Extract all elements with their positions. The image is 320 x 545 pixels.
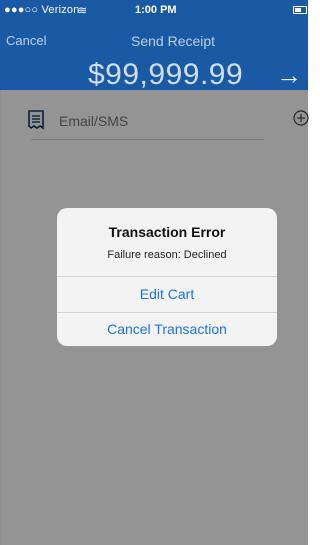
alert-title: Transaction Error bbox=[108, 224, 226, 240]
cancel-button[interactable]: Cancel bbox=[6, 33, 46, 48]
edit-cart-button[interactable]: Edit Cart bbox=[57, 277, 277, 312]
alert-message: Failure reason: Declined bbox=[107, 249, 227, 261]
amount-value: $99,999.99 bbox=[88, 58, 244, 91]
wifi-icon: ≋ bbox=[78, 5, 88, 17]
left-edge bbox=[0, 90, 1, 545]
battery-icon bbox=[293, 6, 307, 14]
status-bar: ●●●○○ Verizon ≋ 1:00 PM bbox=[0, 0, 308, 20]
status-time: 1:00 PM bbox=[135, 4, 177, 16]
amount-row: $99,999.99 → bbox=[0, 58, 308, 91]
arrow-right-icon[interactable]: → bbox=[276, 60, 302, 91]
transaction-error-alert: Transaction Error Failure reason: Declin… bbox=[57, 208, 277, 346]
navigation-bar: Cancel Send Receipt bbox=[0, 28, 308, 52]
cancel-transaction-button[interactable]: Cancel Transaction bbox=[57, 312, 277, 346]
carrier-label: ●●●○○ Verizon bbox=[4, 4, 80, 16]
page-title: Send Receipt bbox=[131, 33, 216, 49]
